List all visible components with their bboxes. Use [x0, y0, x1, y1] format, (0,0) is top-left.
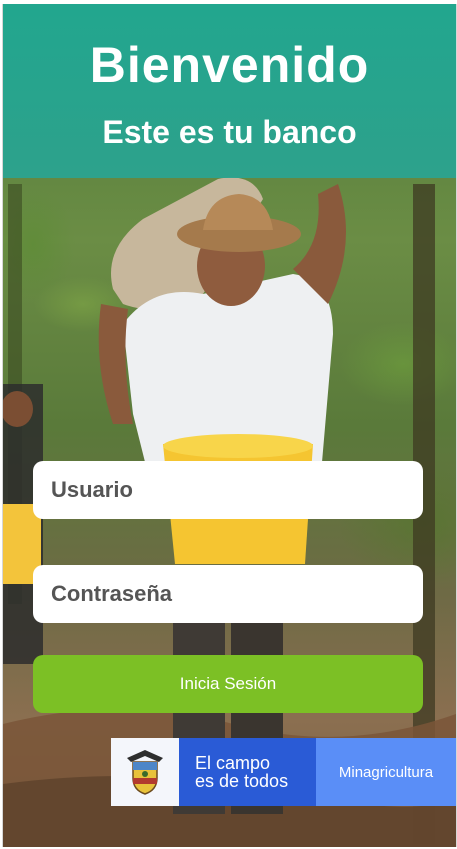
- login-button-label: Inicia Sesión: [179, 674, 277, 693]
- password-placeholder: Contraseña: [51, 581, 173, 606]
- username-placeholder: Usuario: [51, 477, 133, 502]
- password-input[interactable]: Contraseña: [33, 565, 423, 623]
- slogan-line-1: El campo: [195, 753, 271, 773]
- page-subtitle: Este es tu banco: [102, 114, 357, 150]
- app-screen: Bienvenido Este es tu banco Usuario Cont…: [2, 4, 457, 847]
- username-input[interactable]: Usuario: [33, 461, 423, 519]
- government-banner: El campo es de todos Minagricultura: [111, 738, 456, 806]
- welcome-header: Bienvenido Este es tu banco: [3, 4, 456, 178]
- coat-of-arms-icon: [111, 738, 179, 806]
- slogan-block: El campo es de todos: [179, 738, 316, 806]
- page-title: Bienvenido: [89, 37, 370, 93]
- ministry-text: Minagricultura: [338, 763, 434, 781]
- slogan-line-2: es de todos: [195, 771, 289, 791]
- ministry-label: Minagricultura: [316, 738, 456, 806]
- login-button[interactable]: Inicia Sesión: [33, 655, 423, 713]
